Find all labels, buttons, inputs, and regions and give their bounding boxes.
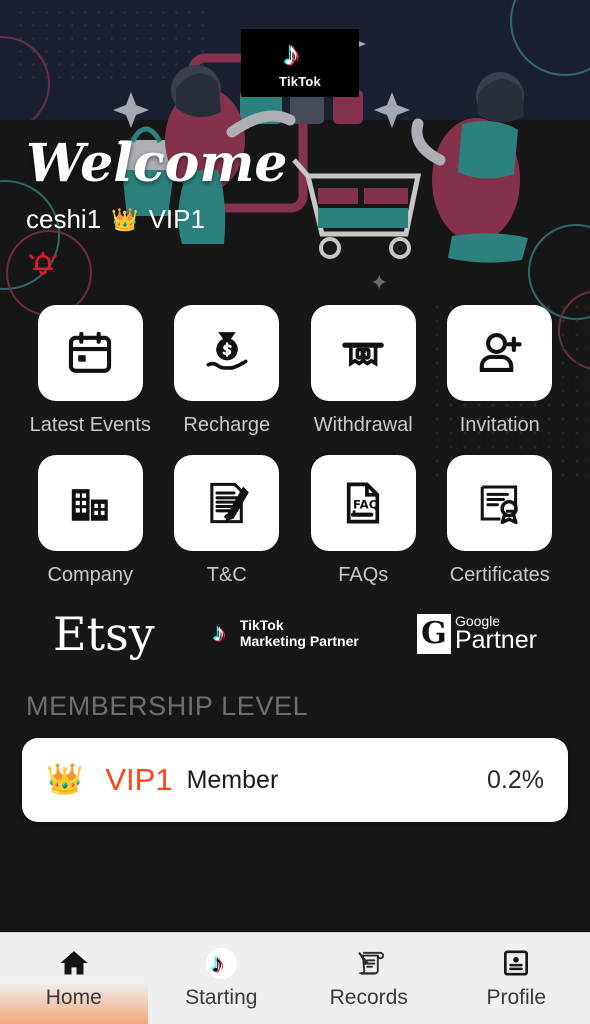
grid-item-label: Recharge — [183, 414, 271, 436]
nav-item-label: Records — [329, 986, 408, 1009]
google-partner-logo: G Google Partner — [416, 614, 537, 655]
grid-item-withdrawal[interactable]: Withdrawal — [295, 305, 432, 437]
crown-icon: 👑 — [111, 206, 139, 232]
grid-item-label: T&C — [206, 564, 247, 586]
id-card-icon — [500, 947, 532, 979]
svg-text:FAQ: FAQ — [353, 498, 379, 512]
membership-rate-value: 0.2% — [487, 765, 544, 794]
tiktok-note-icon: ♪ ♪ ♪ — [210, 618, 228, 648]
certificate-ribbon-icon — [447, 455, 553, 551]
membership-level-label: VIP1 — [105, 762, 173, 797]
money-bag-hand-icon — [174, 305, 280, 401]
page-content: ✦ Welcome ceshi1 👑 VIP1 Latest Events Re… — [0, 120, 590, 882]
person-add-icon — [447, 305, 553, 401]
calendar-icon — [37, 305, 143, 401]
tiktok-partner-line2: Marketing Partner — [239, 633, 359, 649]
membership-name-label: Member — [186, 765, 279, 794]
grid-item-label: Invitation — [459, 414, 540, 436]
grid-item-label: Withdrawal — [313, 414, 413, 436]
grid-item-label: FAQs — [338, 564, 389, 586]
user-info-row: ceshi1 👑 VIP1 — [26, 204, 590, 235]
etsy-logo: Etsy — [53, 607, 155, 661]
home-icon — [58, 947, 90, 979]
nav-item-profile[interactable]: Profile — [443, 933, 590, 1024]
grid-item-recharge[interactable]: Recharge — [159, 305, 296, 437]
nav-item-label: Home — [45, 986, 102, 1009]
membership-level-card[interactable]: 👑 VIP1 Member 0.2% — [22, 738, 568, 822]
grid-item-invitation[interactable]: Invitation — [432, 305, 569, 437]
quick-actions-grid: Latest Events Recharge Withdrawal Invita… — [0, 279, 590, 587]
page-scroll-area[interactable]: ✦ Welcome ceshi1 👑 VIP1 Latest Events Re… — [0, 0, 590, 932]
welcome-title: Welcome — [26, 133, 288, 194]
grid-item-faqs[interactable]: FAQ FAQs — [295, 455, 432, 587]
faq-document-icon: FAQ — [310, 455, 416, 551]
signed-document-icon — [174, 455, 280, 551]
grid-item-company[interactable]: Company — [22, 455, 159, 587]
user-vip-level: VIP1 — [148, 204, 205, 234]
grid-item-label: Certificates — [449, 564, 550, 586]
membership-section-heading: MEMBERSHIP LEVEL — [26, 691, 309, 721]
tiktok-note-icon: ♪ ♪ ♪ — [281, 34, 302, 74]
google-g-icon: G — [416, 614, 451, 654]
grid-item-certificates[interactable]: Certificates — [432, 455, 569, 587]
partner-logos: Etsy ♪ ♪ ♪ TikTok Marketing Partner G Goog… — [0, 587, 590, 657]
tiktok-logo-chip: ♪ ♪ ♪ TikTok — [241, 29, 359, 97]
username-label: ceshi1 — [26, 204, 102, 234]
grid-item-label: Company — [47, 564, 134, 586]
tiktok-note-icon: ♪ ♪ ♪ — [205, 947, 237, 979]
google-partner-line2: Partner — [454, 626, 537, 655]
tiktok-partner-line1: TikTok — [239, 617, 284, 634]
nav-item-label: Profile — [486, 986, 547, 1009]
tiktok-marketing-partner-logo: ♪ ♪ ♪ TikTok Marketing Partner — [210, 617, 359, 649]
tiktok-logo-label: TikTok — [279, 74, 321, 89]
nav-item-starting[interactable]: ♪ ♪ ♪ Starting — [148, 933, 296, 1024]
nav-item-label: Starting — [185, 985, 258, 1009]
buildings-icon — [37, 455, 143, 551]
bottom-navigation-bar: Home ♪ ♪ ♪ Starting Records Profile — [0, 932, 590, 1024]
grid-item-label: Latest Events — [29, 414, 151, 436]
crown-icon: 👑 — [46, 763, 84, 796]
atm-cash-icon — [310, 305, 416, 401]
welcome-section: Welcome ceshi1 👑 VIP1 — [0, 120, 590, 279]
nav-item-records[interactable]: Records — [295, 933, 443, 1024]
notification-bell-icon[interactable] — [26, 245, 60, 279]
grid-item-tc[interactable]: T&C — [159, 455, 296, 587]
nav-item-home[interactable]: Home — [0, 933, 148, 1024]
scroll-quill-icon — [353, 947, 385, 979]
grid-item-latest-events[interactable]: Latest Events — [22, 305, 159, 437]
